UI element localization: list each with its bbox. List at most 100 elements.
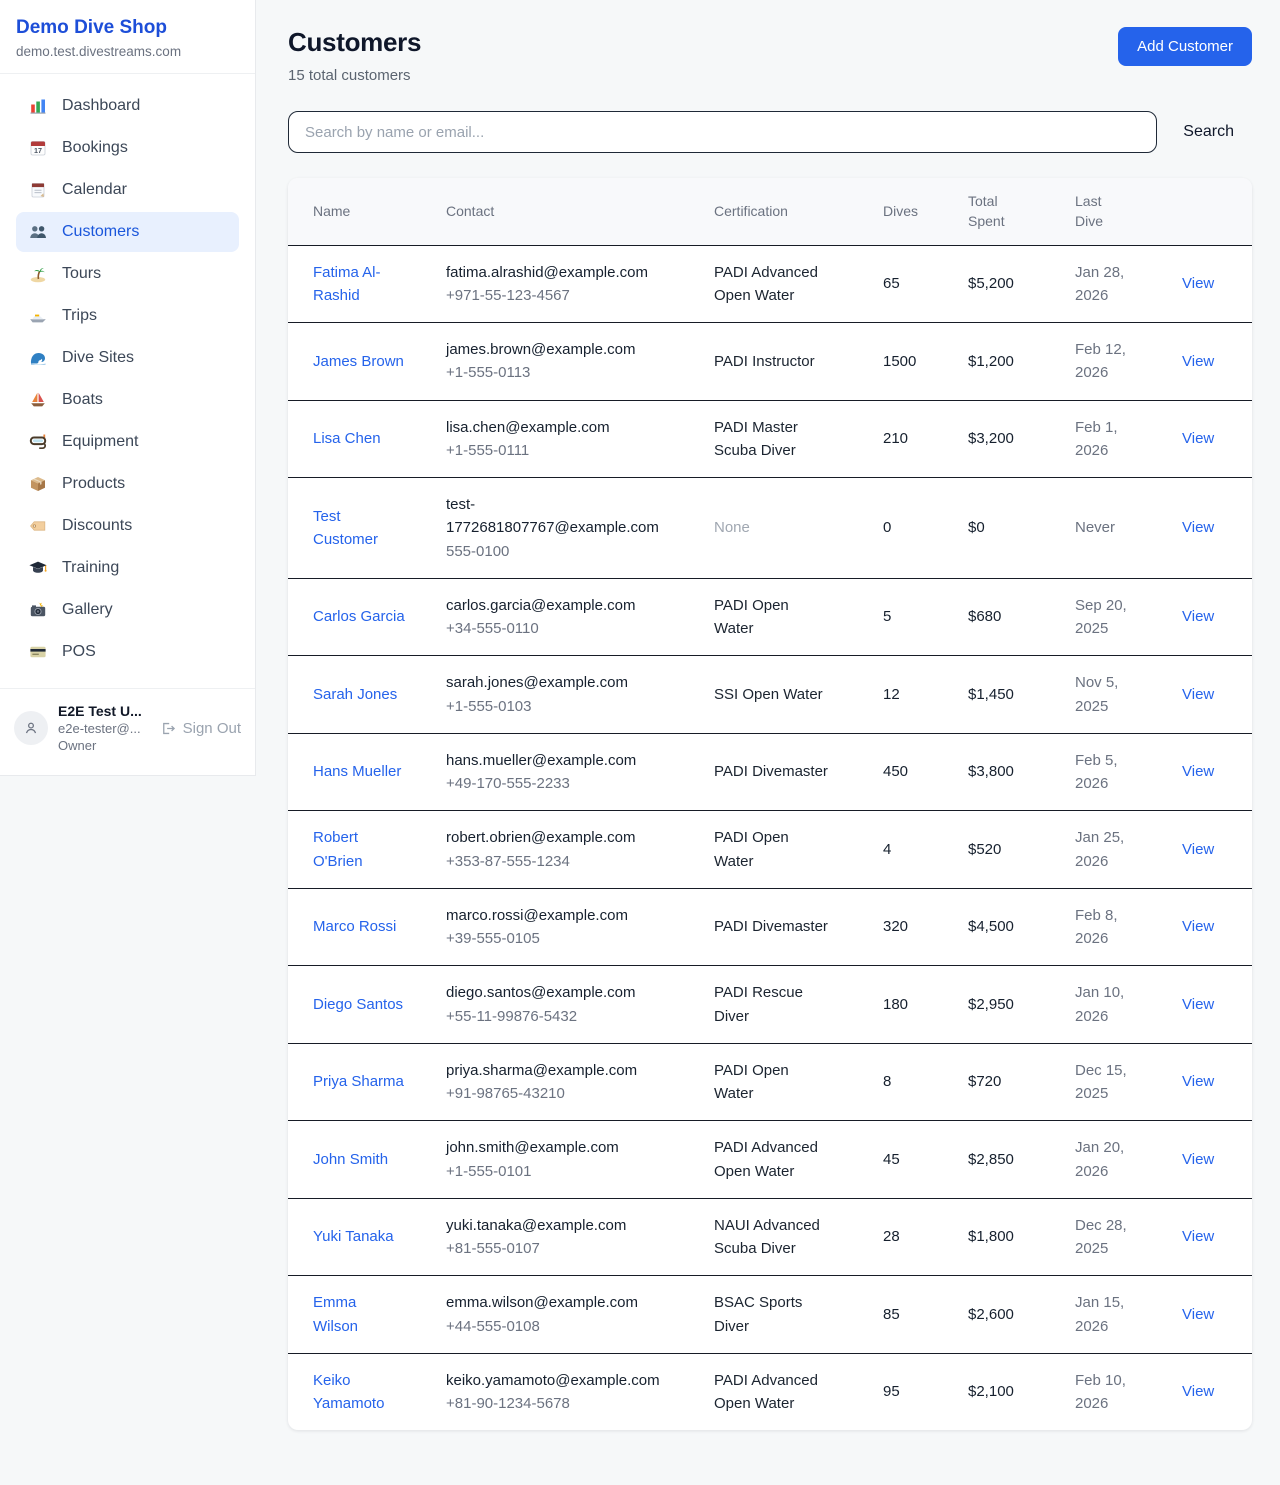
customer-certification-cell: PADI Open Water <box>702 1043 871 1121</box>
customer-phone: +81-555-0107 <box>446 1237 690 1260</box>
customer-name-link[interactable]: James Brown <box>313 350 404 373</box>
customer-name-link[interactable]: Lisa Chen <box>313 427 381 450</box>
customer-name-link[interactable]: Marco Rossi <box>313 915 396 938</box>
customer-total-spent-cell: $1,200 <box>956 323 1063 401</box>
sidebar-item-dive-sites[interactable]: Dive Sites <box>16 338 239 378</box>
view-customer-link[interactable]: View <box>1182 519 1214 536</box>
column-header-certification: Certification <box>702 178 871 245</box>
customer-contact-cell: priya.sharma@example.com+91-98765-43210 <box>434 1043 702 1121</box>
customer-dives-cell: 85 <box>871 1276 956 1354</box>
sidebar-item-products[interactable]: Products <box>16 464 239 504</box>
sidebar-item-dashboard[interactable]: Dashboard <box>16 86 239 126</box>
customer-last-dive: Sep 20, 2025 <box>1075 594 1133 641</box>
table-header: Name Contact Certification Dives Total S… <box>288 178 1252 245</box>
customer-name-link[interactable]: Keiko Yamamoto <box>313 1369 405 1416</box>
view-customer-link[interactable]: View <box>1182 1073 1214 1090</box>
search-button[interactable]: Search <box>1157 123 1252 141</box>
sidebar-item-label: Tours <box>62 265 101 283</box>
sidebar-item-boats[interactable]: Boats <box>16 380 239 420</box>
customer-last-dive-cell: Jan 28, 2026 <box>1063 245 1170 323</box>
view-customer-link[interactable]: View <box>1182 430 1214 447</box>
table-row: Marco Rossimarco.rossi@example.com+39-55… <box>288 888 1252 966</box>
view-customer-link[interactable]: View <box>1182 275 1214 292</box>
search-input[interactable] <box>288 111 1157 153</box>
user-role: Owner <box>58 738 149 753</box>
table-row: Fatima Al-Rashid fatima.alrashid@example.… <box>288 245 1252 323</box>
customer-name-cell: Diego Santos <box>288 966 434 1044</box>
customers-table: Name Contact Certification Dives Total S… <box>288 178 1252 1430</box>
customer-certification-cell: PADI Open Water <box>702 578 871 656</box>
customer-last-dive: Dec 15, 2025 <box>1075 1059 1133 1106</box>
sidebar-item-tours[interactable]: Tours <box>16 254 239 294</box>
sidebar-item-discounts[interactable]: Discounts <box>16 506 239 546</box>
person-icon <box>22 719 40 737</box>
customer-last-dive-cell: Feb 12, 2026 <box>1063 323 1170 401</box>
customer-name-link[interactable]: Carlos Garcia <box>313 605 405 628</box>
customer-total-spent-cell: $4,500 <box>956 888 1063 966</box>
view-customer-link[interactable]: View <box>1182 686 1214 703</box>
sidebar-item-trips[interactable]: Trips <box>16 296 239 336</box>
customer-contact-cell: john.smith@example.com+1-555-0101 <box>434 1121 702 1199</box>
customer-name-link[interactable]: Sarah Jones <box>313 683 397 706</box>
customer-certification: PADI Master Scuba Diver <box>714 416 830 463</box>
table-row: Yuki Tanakayuki.tanaka@example.com+81-55… <box>288 1198 1252 1276</box>
sidebar-item-customers[interactable]: Customers <box>16 212 239 252</box>
customer-dives-cell: 12 <box>871 656 956 734</box>
customer-certification-cell: SSI Open Water <box>702 656 871 734</box>
customer-certification: PADI Instructor <box>714 350 815 373</box>
view-customer-link[interactable]: View <box>1182 1228 1214 1245</box>
view-customer-link[interactable]: View <box>1182 608 1214 625</box>
customer-email: fatima.alrashid@example.com <box>446 261 668 284</box>
view-customer-link[interactable]: View <box>1182 1151 1214 1168</box>
customer-name-link[interactable]: Emma Wilson <box>313 1291 405 1338</box>
customer-name-link[interactable]: John Smith <box>313 1148 388 1171</box>
customer-name-link[interactable]: Test Customer <box>313 505 405 552</box>
customer-contact-cell: sarah.jones@example.com+1-555-0103 <box>434 656 702 734</box>
sidebar-item-equipment[interactable]: Equipment <box>16 422 239 462</box>
sign-out-button[interactable]: Sign Out <box>159 720 241 737</box>
customer-name-link[interactable]: Hans Mueller <box>313 760 401 783</box>
sidebar-item-label: Discounts <box>62 517 132 535</box>
customer-last-dive: Jan 28, 2026 <box>1075 261 1133 308</box>
sidebar-item-label: Dive Sites <box>62 349 134 367</box>
view-customer-link[interactable]: View <box>1182 841 1214 858</box>
customer-phone: +1-555-0101 <box>446 1160 690 1183</box>
customer-last-dive-cell: Nov 5, 2025 <box>1063 656 1170 734</box>
customer-total-spent-cell: $2,600 <box>956 1276 1063 1354</box>
sidebar-item-calendar[interactable]: Calendar <box>16 170 239 210</box>
customer-contact-cell: james.brown@example.com+1-555-0113 <box>434 323 702 401</box>
customer-name-link[interactable]: Diego Santos <box>313 993 403 1016</box>
customer-phone: +44-555-0108 <box>446 1315 690 1338</box>
customer-name-link[interactable]: Priya Sharma <box>313 1070 404 1093</box>
avatar <box>14 711 48 745</box>
view-customer-link[interactable]: View <box>1182 996 1214 1013</box>
customer-view-cell: View <box>1170 578 1252 656</box>
sidebar-item-training[interactable]: Training <box>16 548 239 588</box>
customer-name-cell: Sarah Jones <box>288 656 434 734</box>
customer-certification-cell: PADI Open Water <box>702 811 871 889</box>
sidebar-item-bookings[interactable]: 17 Bookings <box>16 128 239 168</box>
customer-view-cell: View <box>1170 400 1252 478</box>
customer-contact-cell: hans.mueller@example.com+49-170-555-2233 <box>434 733 702 811</box>
sidebar-item-pos[interactable]: POS <box>16 632 239 672</box>
customer-last-dive-cell: Jan 20, 2026 <box>1063 1121 1170 1199</box>
customer-total-spent-cell: $2,950 <box>956 966 1063 1044</box>
sidebar-item-gallery[interactable]: Gallery <box>16 590 239 630</box>
customer-last-dive: Feb 10, 2026 <box>1075 1369 1133 1416</box>
view-customer-link[interactable]: View <box>1182 353 1214 370</box>
add-customer-button[interactable]: Add Customer <box>1118 27 1252 66</box>
view-customer-link[interactable]: View <box>1182 1306 1214 1323</box>
customer-email: james.brown@example.com <box>446 338 668 361</box>
customer-certification: PADI Rescue Diver <box>714 981 830 1028</box>
view-customer-link[interactable]: View <box>1182 918 1214 935</box>
view-customer-link[interactable]: View <box>1182 1383 1214 1400</box>
customer-name-link[interactable]: Robert O'Brien <box>313 826 405 873</box>
customer-name-link[interactable]: Yuki Tanaka <box>313 1225 394 1248</box>
customer-name-link[interactable]: Fatima Al-Rashid <box>313 261 405 308</box>
search-bar: Search <box>288 111 1252 153</box>
customer-contact-cell: robert.obrien@example.com+353-87-555-123… <box>434 811 702 889</box>
table-row: Lisa Chenlisa.chen@example.com+1-555-011… <box>288 400 1252 478</box>
view-customer-link[interactable]: View <box>1182 763 1214 780</box>
shop-name: Demo Dive Shop <box>16 17 239 39</box>
customer-phone: +34-555-0110 <box>446 617 690 640</box>
